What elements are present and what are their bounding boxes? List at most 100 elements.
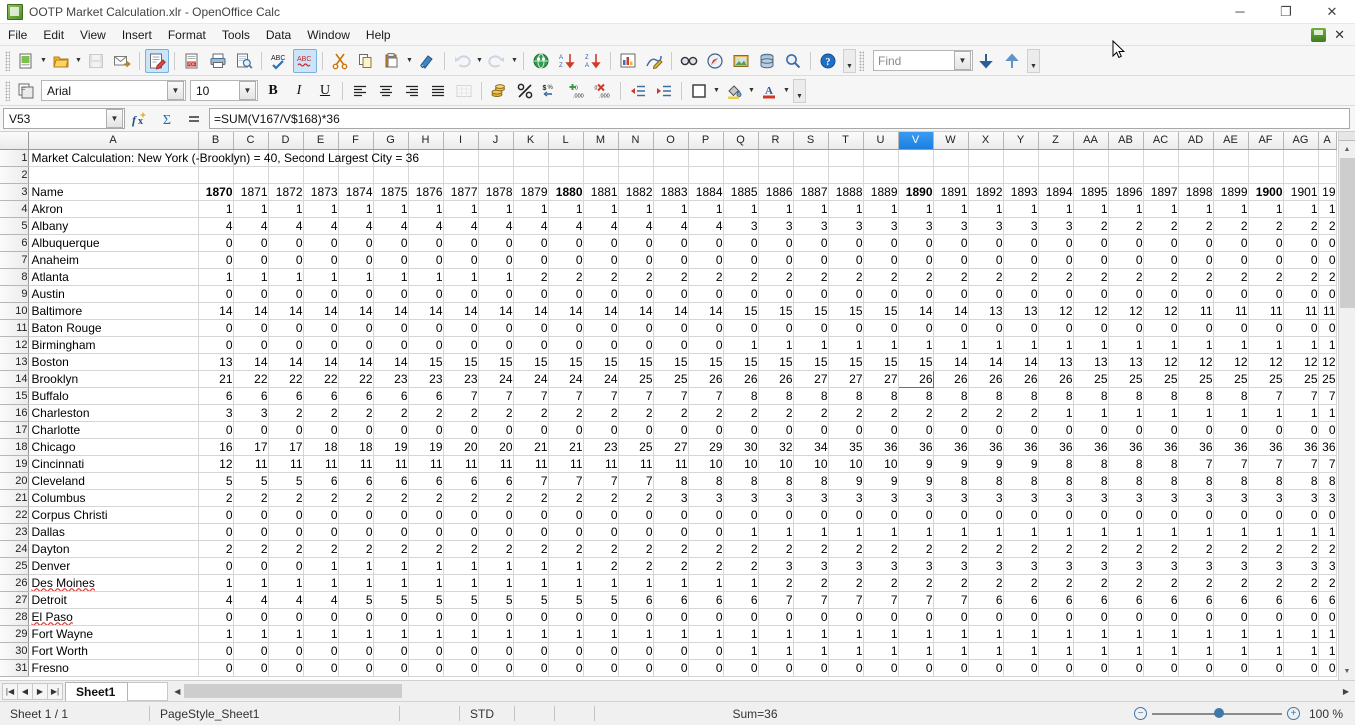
cell-y1[interactable]: [1003, 149, 1038, 166]
cell-value[interactable]: 1: [1003, 523, 1038, 540]
cell-value[interactable]: 12: [1108, 302, 1143, 319]
row-header-20[interactable]: 20: [0, 472, 28, 489]
zoom-icon[interactable]: [781, 49, 805, 73]
cell-value[interactable]: 22: [268, 370, 303, 387]
cell-value[interactable]: 1: [1178, 404, 1213, 421]
cell-value[interactable]: 0: [688, 523, 723, 540]
first-sheet-icon[interactable]: |◀: [2, 683, 18, 700]
cell-city-name[interactable]: Fresno: [28, 659, 198, 676]
scroll-up-icon[interactable]: ▲: [1339, 141, 1355, 158]
cell-value[interactable]: 4: [373, 217, 408, 234]
cell-value[interactable]: 2: [723, 540, 758, 557]
cell-s2[interactable]: [793, 166, 828, 183]
cell-value[interactable]: 1: [793, 200, 828, 217]
cell-year-header-1887[interactable]: 1887: [793, 183, 828, 200]
cell-value[interactable]: 2: [1248, 574, 1283, 591]
cell-value[interactable]: 14: [933, 302, 968, 319]
cell-value[interactable]: 0: [758, 506, 793, 523]
cell-value[interactable]: 36: [1108, 438, 1143, 455]
cell-value[interactable]: 0: [443, 285, 478, 302]
cell-value[interactable]: 14: [898, 302, 933, 319]
cell-value[interactable]: 0: [1038, 319, 1073, 336]
cell-value[interactable]: 2: [863, 268, 898, 285]
cell-value[interactable]: 1: [408, 557, 443, 574]
row-header-22[interactable]: 22: [0, 506, 28, 523]
cell-value[interactable]: 0: [408, 319, 443, 336]
cell-value[interactable]: 8: [1143, 387, 1178, 404]
cell-value[interactable]: 6: [338, 472, 373, 489]
cell-value[interactable]: 2: [1143, 268, 1178, 285]
cell-value[interactable]: 3: [933, 557, 968, 574]
cell-value[interactable]: 0: [863, 506, 898, 523]
cell-value[interactable]: 1: [898, 336, 933, 353]
cell-value[interactable]: 14: [653, 302, 688, 319]
cell-value[interactable]: 0: [478, 234, 513, 251]
cell-value[interactable]: 0: [898, 506, 933, 523]
cell-value[interactable]: 0: [338, 319, 373, 336]
select-all-corner[interactable]: [0, 132, 28, 149]
cell-value[interactable]: 3: [863, 557, 898, 574]
cell-value[interactable]: 11: [338, 455, 373, 472]
cell-value[interactable]: 0: [898, 659, 933, 676]
cell-value[interactable]: 0: [828, 319, 863, 336]
column-header-n[interactable]: N: [618, 132, 653, 149]
cell-value[interactable]: 4: [548, 217, 583, 234]
cell-value[interactable]: 0: [373, 285, 408, 302]
cell-value[interactable]: 0: [1108, 608, 1143, 625]
cell-value[interactable]: 15: [898, 353, 933, 370]
search-input-wrapper[interactable]: ▼: [873, 50, 973, 71]
cell-value[interactable]: 1: [303, 574, 338, 591]
cell-value[interactable]: 1: [338, 557, 373, 574]
cell-value[interactable]: 0: [513, 251, 548, 268]
cell-value[interactable]: 2: [863, 404, 898, 421]
cell-value[interactable]: 2: [1283, 268, 1318, 285]
cell-value[interactable]: 1: [268, 574, 303, 591]
cell-t1[interactable]: [828, 149, 863, 166]
cell-value[interactable]: 3: [1318, 557, 1336, 574]
cell-value[interactable]: 2: [688, 404, 723, 421]
align-justified-icon[interactable]: [426, 79, 450, 103]
cell-value[interactable]: 0: [1213, 285, 1248, 302]
cell-value[interactable]: 0: [408, 642, 443, 659]
cell-value[interactable]: 0: [1178, 608, 1213, 625]
cell-value[interactable]: 11: [1283, 302, 1318, 319]
cell-value[interactable]: 1: [968, 642, 1003, 659]
open-document-icon[interactable]: [49, 49, 73, 73]
cell-value[interactable]: 24: [513, 370, 548, 387]
name-box[interactable]: V53 ▼: [3, 108, 125, 129]
cell-value[interactable]: 0: [408, 659, 443, 676]
print-preview-icon[interactable]: [232, 49, 256, 73]
cell-value[interactable]: 2: [1178, 540, 1213, 557]
cell-value[interactable]: 3: [198, 404, 233, 421]
cell-value[interactable]: 0: [513, 659, 548, 676]
cell-year-header-1884[interactable]: 1884: [688, 183, 723, 200]
cell-value[interactable]: 3: [1248, 489, 1283, 506]
cell-value[interactable]: 1: [443, 268, 478, 285]
cell-value[interactable]: 25: [1108, 370, 1143, 387]
cell-city-name[interactable]: Boston: [28, 353, 198, 370]
column-header-m[interactable]: M: [583, 132, 618, 149]
cell-value[interactable]: 1: [758, 642, 793, 659]
cell-year-header-1877[interactable]: 1877: [443, 183, 478, 200]
cell-value[interactable]: 1: [793, 523, 828, 540]
cell-value[interactable]: 1: [548, 557, 583, 574]
cell-value[interactable]: 5: [583, 591, 618, 608]
cell-value[interactable]: 0: [478, 319, 513, 336]
cell-value[interactable]: 0: [198, 608, 233, 625]
cell-value[interactable]: 6: [1108, 591, 1143, 608]
cell-value[interactable]: 1: [933, 200, 968, 217]
add-decimal-place-icon[interactable]: 0.000: [565, 79, 589, 103]
cell-value[interactable]: 7: [513, 387, 548, 404]
cell-value[interactable]: 7: [898, 591, 933, 608]
cell-value[interactable]: 5: [338, 591, 373, 608]
cell-value[interactable]: 0: [828, 421, 863, 438]
cell-j1[interactable]: [478, 149, 513, 166]
cell-value[interactable]: 2: [863, 540, 898, 557]
cell-value[interactable]: 6: [443, 472, 478, 489]
cell-value[interactable]: 0: [233, 319, 268, 336]
cell-value[interactable]: 25: [1318, 370, 1336, 387]
horizontal-scroll-thumb[interactable]: [184, 684, 402, 698]
cell-year-header-1881[interactable]: 1881: [583, 183, 618, 200]
cell-value[interactable]: 0: [933, 608, 968, 625]
cell-value[interactable]: 0: [408, 336, 443, 353]
